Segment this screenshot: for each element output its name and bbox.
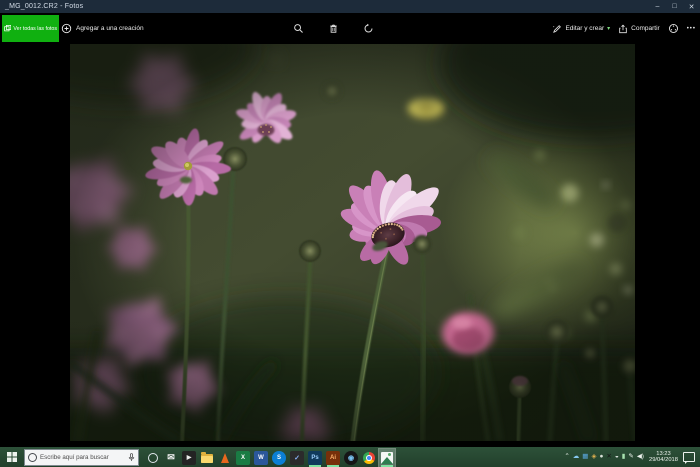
taskbar-app-cortana[interactable] bbox=[145, 449, 161, 467]
taskbar-apps: ✉ ▶ XWS ✓ Ps Ai ◉ bbox=[145, 447, 395, 467]
cortana-icon bbox=[148, 453, 158, 463]
taskbar-app-movies-tv[interactable]: ▶ bbox=[181, 449, 197, 467]
3d-effects-icon[interactable] bbox=[668, 23, 679, 34]
photos-app-window: _MG_0012.CR2 - Fotos – □ ✕ Ver todas las… bbox=[0, 0, 700, 467]
edit-create-button[interactable]: Editar y crear ▾ bbox=[552, 24, 610, 34]
rotate-icon[interactable] bbox=[363, 23, 374, 34]
photos-icon bbox=[381, 452, 393, 464]
photoshop-icon: Ps bbox=[308, 451, 322, 465]
taskbar-app-photoshop[interactable]: Ps bbox=[307, 449, 323, 467]
view-all-photos-label: Ver todas las fotos bbox=[13, 26, 57, 32]
zoom-icon[interactable] bbox=[293, 23, 304, 34]
share-button[interactable]: Compartir bbox=[618, 24, 660, 34]
tray-icons: ⌃ ☁▦◈●✕ ◒▮✎ ◀) bbox=[564, 454, 644, 461]
cortana-icon bbox=[28, 453, 37, 462]
taskbar-search[interactable] bbox=[24, 449, 139, 466]
tray-pen-icon[interactable]: ✎ bbox=[628, 454, 633, 461]
taskbar-app-vlc[interactable] bbox=[217, 449, 233, 467]
window-title: _MG_0012.CR2 - Fotos bbox=[0, 3, 649, 10]
tray-updates-icon[interactable]: ◈ bbox=[591, 454, 596, 461]
taskbar-app-file-explorer[interactable] bbox=[199, 449, 215, 467]
start-button[interactable] bbox=[0, 447, 24, 467]
clock-date: 29/04/2018 bbox=[649, 457, 678, 464]
titlebar: _MG_0012.CR2 - Fotos – □ ✕ bbox=[0, 0, 700, 13]
taskbar-app-chrome[interactable] bbox=[361, 449, 377, 467]
taskbar-app-photos[interactable] bbox=[379, 449, 395, 467]
excel-icon: X bbox=[236, 451, 250, 465]
photo-gallery-icon bbox=[4, 24, 11, 33]
illustrator-icon: Ai bbox=[326, 451, 340, 465]
maximize-button[interactable]: □ bbox=[666, 0, 683, 13]
search-input[interactable] bbox=[40, 454, 122, 461]
taskbar-app-skype[interactable]: S bbox=[271, 449, 287, 467]
share-icon bbox=[618, 24, 628, 34]
taskbar-app-illustrator[interactable]: Ai bbox=[325, 449, 341, 467]
tray-background-task-icon[interactable]: ✕ bbox=[606, 454, 611, 461]
chrome-icon bbox=[363, 452, 375, 464]
center-toolbar bbox=[293, 13, 374, 44]
tray-theme-icon[interactable]: ◒ bbox=[615, 454, 619, 461]
tray-security-icon[interactable]: ▦ bbox=[582, 454, 588, 461]
photo-viewer[interactable] bbox=[70, 33, 635, 441]
windows-logo-icon bbox=[7, 452, 17, 462]
photo-vignette bbox=[70, 33, 635, 441]
add-to-creation-button[interactable]: Agregar a una creación bbox=[61, 15, 144, 42]
tray-hidden-icons-icon[interactable]: ⌃ bbox=[564, 454, 569, 461]
microphone-icon[interactable] bbox=[128, 453, 135, 462]
minimize-button[interactable]: – bbox=[649, 0, 666, 13]
taskbar-app-mail[interactable]: ✉ bbox=[163, 449, 179, 467]
system-tray: ⌃ ☁▦◈●✕ ◒▮✎ ◀) 13:23 29/04/2018 bbox=[564, 447, 697, 467]
chevron-down-icon: ▾ bbox=[607, 25, 610, 32]
to-do-icon: ✓ bbox=[290, 451, 304, 465]
share-label: Compartir bbox=[631, 25, 660, 32]
window-controls: – □ ✕ bbox=[649, 0, 700, 13]
add-creation-icon bbox=[61, 23, 72, 34]
action-center-icon[interactable] bbox=[683, 452, 695, 462]
delete-icon[interactable] bbox=[328, 23, 339, 34]
right-toolbar: Editar y crear ▾ Compartir ••• bbox=[552, 13, 696, 44]
word-icon: W bbox=[254, 451, 268, 465]
tray-battery-icon[interactable]: ▮ bbox=[622, 454, 626, 461]
add-to-creation-label: Agregar a una creación bbox=[76, 25, 144, 32]
taskbar-clock[interactable]: 13:23 29/04/2018 bbox=[649, 451, 678, 464]
view-all-photos-button[interactable]: Ver todas las fotos bbox=[2, 15, 59, 42]
file-explorer-icon bbox=[201, 454, 213, 463]
photo-daisies bbox=[70, 33, 635, 441]
vlc-icon bbox=[221, 453, 229, 463]
movies-tv-icon: ▶ bbox=[182, 451, 196, 465]
camera-icon: ◉ bbox=[344, 451, 358, 465]
close-button[interactable]: ✕ bbox=[683, 0, 700, 13]
taskbar-app-to-do[interactable]: ✓ bbox=[289, 449, 305, 467]
tray-display-icon[interactable]: ● bbox=[599, 454, 603, 461]
tray-onedrive-icon[interactable]: ☁ bbox=[573, 454, 580, 461]
tray-volume-icon[interactable]: ◀) bbox=[637, 454, 644, 461]
app-command-bar: Ver todas las fotos Agregar a una creaci… bbox=[0, 13, 700, 44]
taskbar-app-camera[interactable]: ◉ bbox=[343, 449, 359, 467]
edit-icon bbox=[552, 24, 562, 34]
edit-create-label: Editar y crear bbox=[565, 25, 604, 32]
taskbar-app-excel[interactable]: X bbox=[235, 449, 251, 467]
mail-icon: ✉ bbox=[164, 451, 178, 465]
skype-icon: S bbox=[272, 451, 286, 465]
see-more-icon[interactable]: ••• bbox=[687, 26, 696, 32]
taskbar-app-word[interactable]: W bbox=[253, 449, 269, 467]
